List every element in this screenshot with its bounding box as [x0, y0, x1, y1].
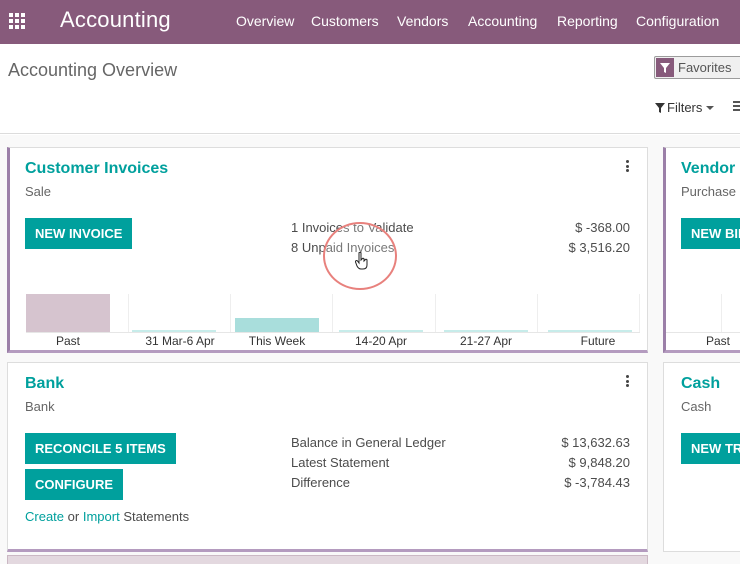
chevron-down-icon: [706, 106, 715, 110]
card-title[interactable]: Customer Invoices: [25, 160, 168, 178]
card-subtitle: Purchase: [681, 184, 736, 199]
card-subtitle: Cash: [681, 399, 712, 414]
chart-bar-past[interactable]: [26, 294, 110, 332]
latest-statement-amount: $ 9,848.20: [568, 455, 630, 470]
balance-general-ledger-amount: $ 13,632.63: [561, 435, 630, 450]
apps-menu-icon[interactable]: [9, 13, 25, 29]
new-transaction-button[interactable]: NEW TRANSACTION: [681, 433, 740, 464]
menu-customers[interactable]: Customers: [311, 13, 379, 29]
filter-facet-icon: [656, 58, 674, 77]
menu-vendors[interactable]: Vendors: [397, 13, 448, 29]
filters-button[interactable]: Filters: [655, 100, 715, 115]
filter-icon: [655, 103, 665, 113]
menu-configuration[interactable]: Configuration: [636, 13, 719, 29]
difference-amount: $ -3,784.43: [564, 475, 630, 490]
statements-text: Statements: [123, 509, 190, 524]
menu-overview[interactable]: Overview: [236, 13, 294, 29]
vendor-bills-card: Vendor Bills Purchase NEW BILL Past: [663, 147, 740, 353]
cash-card: Cash Cash NEW TRANSACTION: [663, 362, 740, 552]
chart-bar-this-week[interactable]: [235, 318, 319, 332]
card-menu-icon[interactable]: [626, 375, 629, 387]
unpaid-invoices-amount: $ 3,516.20: [568, 240, 630, 255]
create-import-statements: Create or Import Statements: [25, 509, 189, 524]
chart-label-31mar: 31 Mar-6 Apr: [145, 334, 215, 348]
dashboard: Customer Invoices Sale NEW INVOICE 1 Inv…: [0, 135, 740, 564]
card-subtitle: Sale: [25, 184, 52, 199]
menu-reporting[interactable]: Reporting: [557, 13, 618, 29]
chart-label-past: Past: [55, 334, 80, 348]
chart-label-this-week: This Week: [248, 334, 306, 348]
invoice-aging-chart[interactable]: Past 31 Mar-6 Apr This Week 14-20 Apr 21…: [26, 294, 640, 352]
chart-label-past: Past: [706, 334, 731, 348]
menu-accounting[interactable]: Accounting: [468, 13, 537, 29]
chart-label-21apr: 21-27 Apr: [459, 334, 513, 348]
filters-label: Filters: [667, 100, 703, 115]
groupby-list-icon[interactable]: [733, 101, 740, 111]
app-name[interactable]: Accounting: [60, 7, 171, 33]
card-title[interactable]: Bank: [25, 375, 64, 393]
chart-label-14apr: 14-20 Apr: [354, 334, 408, 348]
card-subtitle: Bank: [25, 399, 55, 414]
latest-statement-label: Latest Statement: [291, 455, 390, 470]
page-title: Accounting Overview: [8, 60, 178, 80]
next-card: [7, 555, 648, 564]
control-panel: Accounting Overview Favorites Filters: [0, 44, 740, 134]
new-invoice-button[interactable]: NEW INVOICE: [25, 218, 133, 249]
reconcile-items-button[interactable]: RECONCILE 5 ITEMS: [25, 433, 176, 464]
card-title[interactable]: Vendor Bills: [681, 160, 740, 178]
card-title[interactable]: Cash: [681, 375, 720, 393]
or-text: or: [67, 509, 80, 524]
configure-button[interactable]: CONFIGURE: [25, 469, 123, 500]
import-statement-link[interactable]: Import: [83, 509, 120, 524]
search-input[interactable]: Favorites: [654, 56, 740, 79]
card-menu-icon[interactable]: [626, 160, 629, 172]
hand-cursor-icon: [355, 252, 368, 270]
create-statement-link[interactable]: Create: [25, 509, 64, 524]
search-facet-label: Favorites: [678, 60, 732, 75]
chart-label-future: Future: [580, 334, 616, 348]
bank-card: Bank Bank RECONCILE 5 ITEMS CONFIGURE Cr…: [7, 362, 648, 552]
difference-link[interactable]: Difference: [291, 475, 350, 490]
top-navbar: Accounting Overview Customers Vendors Ac…: [0, 0, 740, 44]
invoices-to-validate-amount: $ -368.00: [575, 220, 630, 235]
balance-general-ledger-label: Balance in General Ledger: [291, 435, 446, 450]
new-bill-button[interactable]: NEW BILL: [681, 218, 740, 249]
